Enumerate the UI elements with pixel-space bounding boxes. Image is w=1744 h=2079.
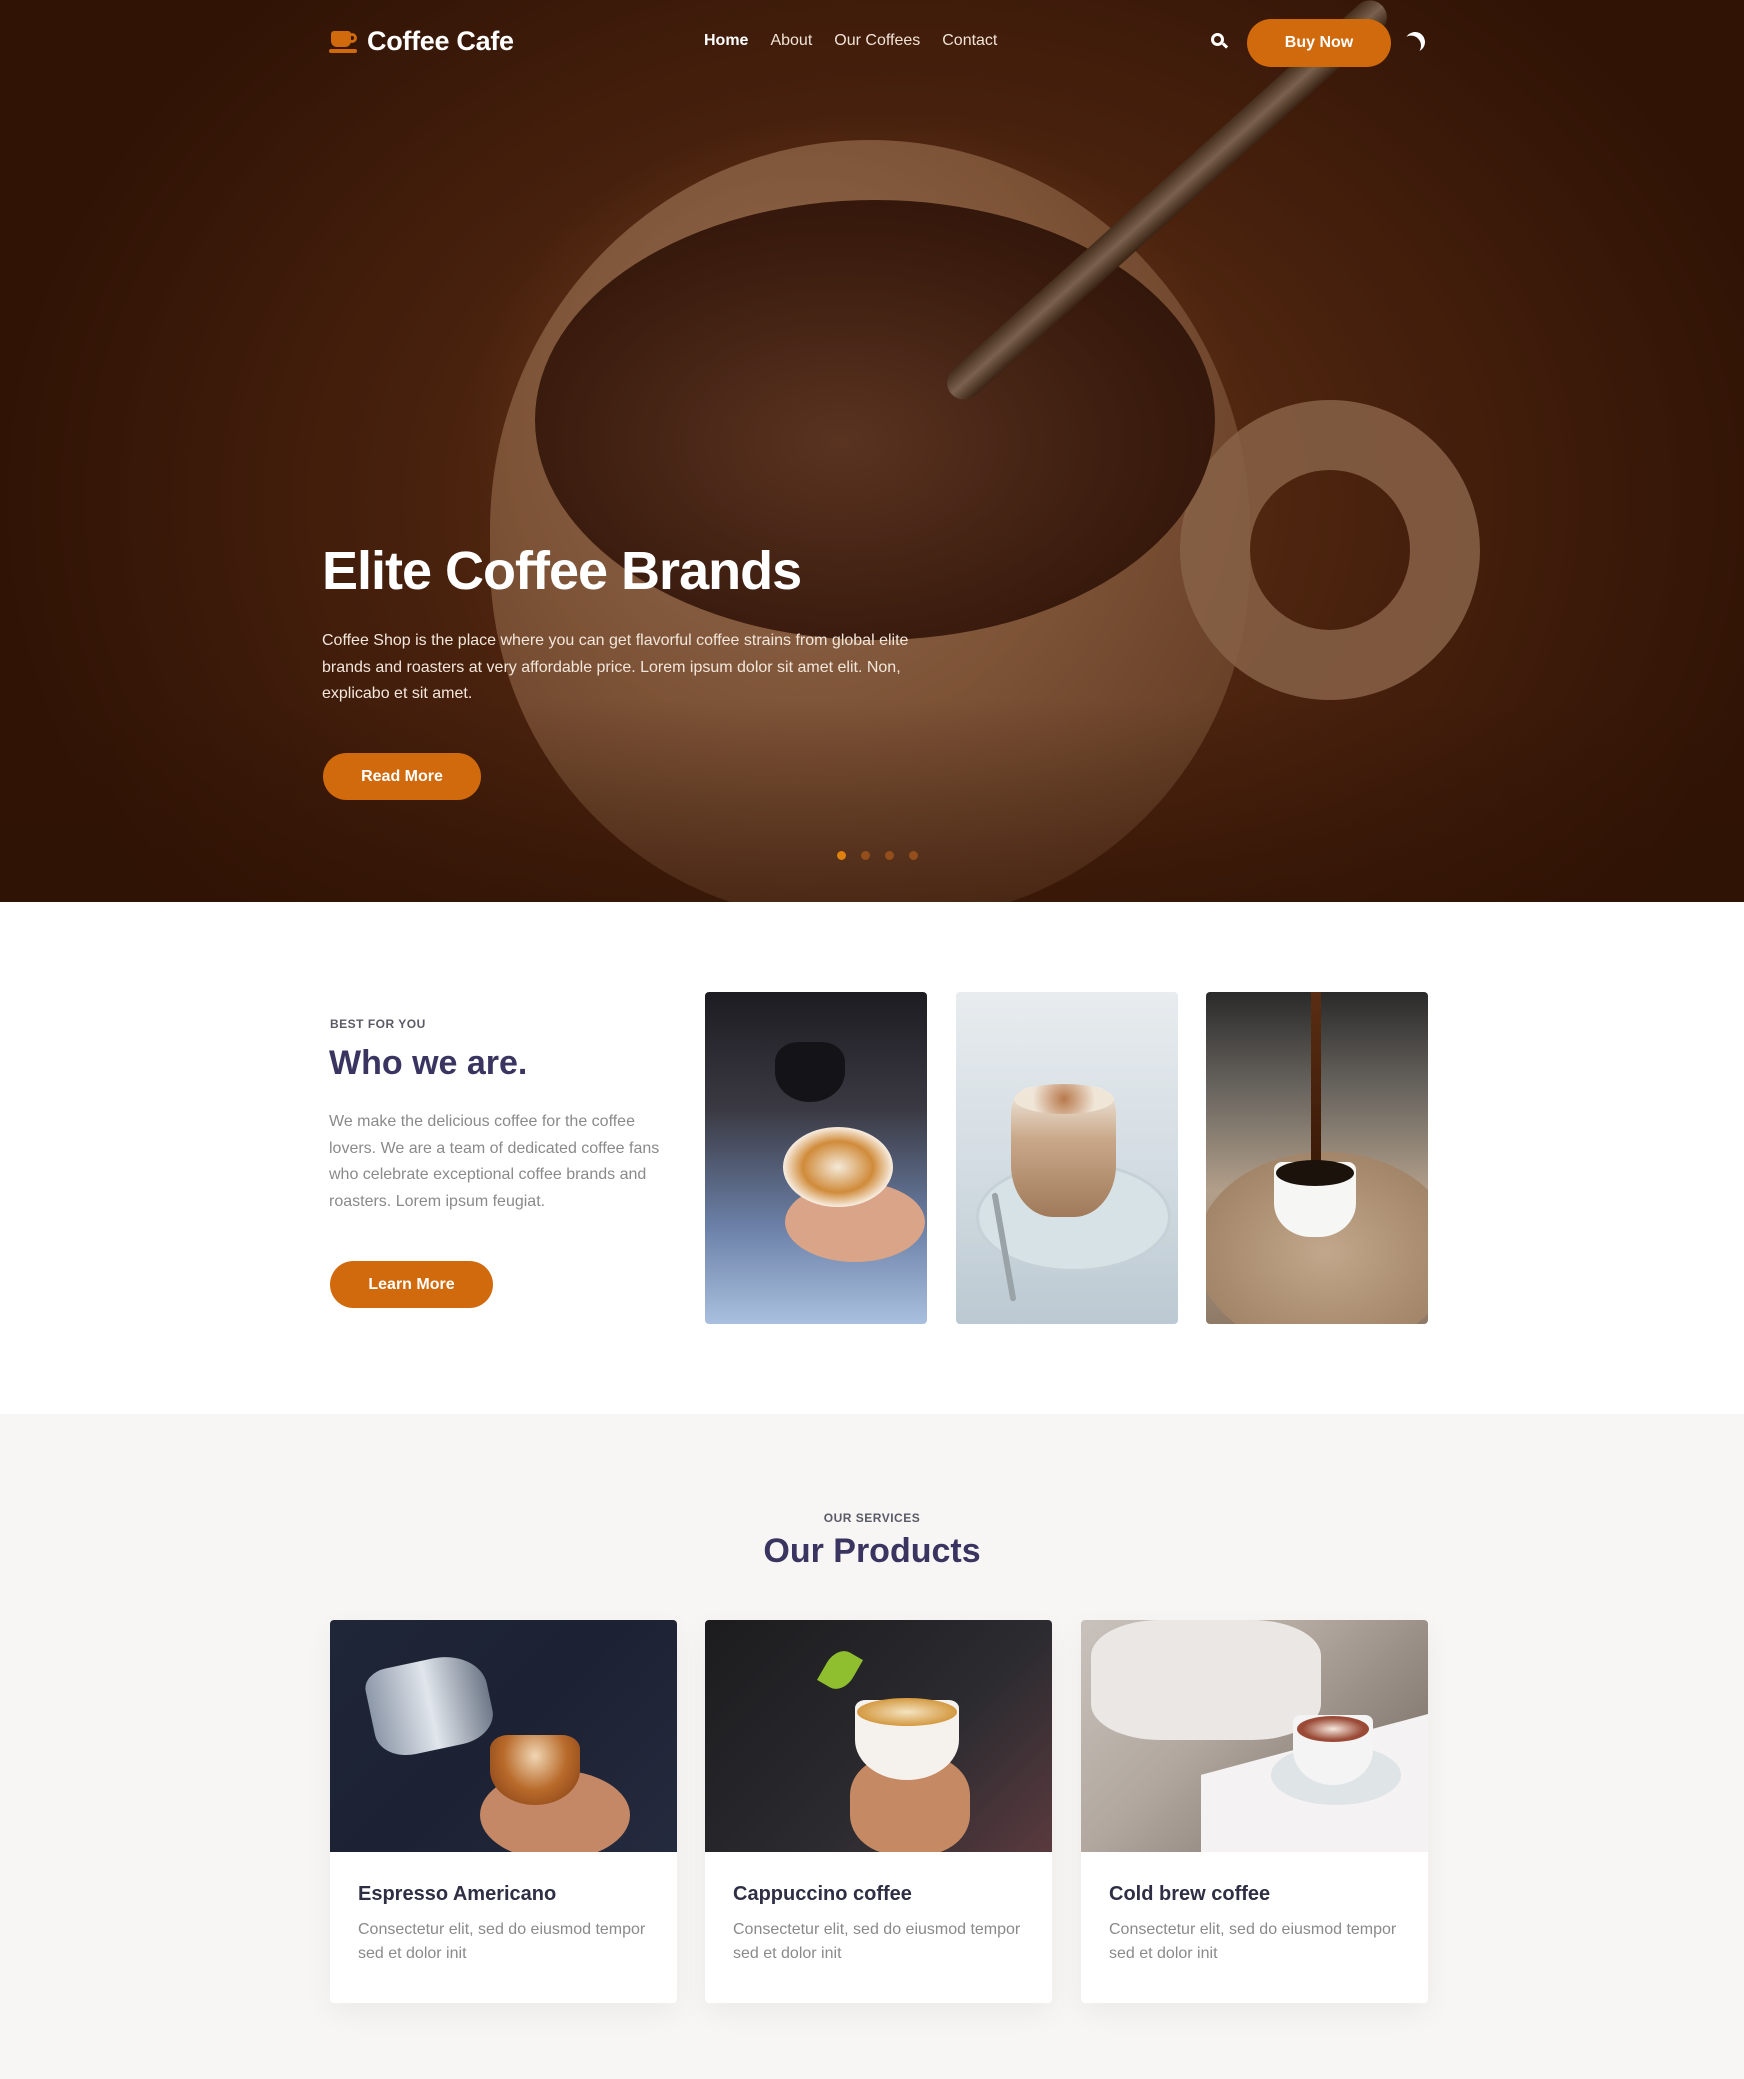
product-title[interactable]: Espresso Americano	[358, 1883, 556, 1906]
read-more-button[interactable]: Read More	[323, 753, 481, 800]
slider-dot-4[interactable]	[909, 851, 918, 860]
moon-icon[interactable]	[1402, 29, 1428, 55]
product-card-espresso[interactable]: Espresso Americano Consectetur elit, sed…	[330, 1620, 677, 2003]
product-description: Consectetur elit, sed do eiusmod tempor …	[358, 1921, 646, 1962]
cappuccino-glass-photo	[956, 992, 1178, 1324]
products-eyebrow: OUR SERVICES	[823, 1511, 921, 1525]
product-description: Consectetur elit, sed do eiusmod tempor …	[733, 1921, 1021, 1962]
main-nav: Coffee Cafe Home About Our Coffees Conta…	[0, 0, 1744, 86]
coffee-cup-icon	[329, 29, 359, 55]
nav-item-about[interactable]: About	[770, 32, 812, 50]
product-card-cappuccino[interactable]: Cappuccino coffee Consectetur elit, sed …	[705, 1620, 1052, 2003]
hero-description: Coffee Shop is the place where you can g…	[322, 632, 909, 702]
product-description: Consectetur elit, sed do eiusmod tempor …	[1109, 1921, 1397, 1962]
nav-item-contact[interactable]: Contact	[942, 32, 997, 50]
hero-title: Elite Coffee Brands	[322, 541, 802, 601]
learn-more-button[interactable]: Learn More	[330, 1261, 493, 1308]
logo[interactable]: Coffee Cafe	[329, 26, 514, 57]
about-description: We make the delicious coffee for the cof…	[329, 1113, 660, 1210]
products-section: OUR SERVICES Our Products Espresso Ameri…	[0, 1414, 1744, 2079]
product-image	[1081, 1620, 1428, 1852]
nav-menu: Home About Our Coffees Contact	[704, 32, 997, 50]
latte-art-pour-photo	[705, 992, 927, 1324]
product-title[interactable]: Cold brew coffee	[1109, 1883, 1270, 1906]
about-eyebrow: BEST FOR YOU	[330, 1017, 426, 1031]
product-image	[330, 1620, 677, 1852]
products-title: Our Products	[763, 1532, 981, 1570]
coffee-pour-cup-photo	[1206, 992, 1428, 1324]
product-card-cold-brew[interactable]: Cold brew coffee Consectetur elit, sed d…	[1081, 1620, 1428, 2003]
logo-text: Coffee Cafe	[367, 26, 514, 56]
search-icon[interactable]	[1211, 33, 1229, 51]
slider-dots	[837, 851, 918, 860]
nav-item-our-coffees[interactable]: Our Coffees	[834, 32, 920, 50]
hero-overlay	[0, 0, 1744, 902]
product-image	[705, 1620, 1052, 1852]
product-title[interactable]: Cappuccino coffee	[733, 1883, 912, 1906]
buy-now-button[interactable]: Buy Now	[1247, 19, 1391, 67]
slider-dot-2[interactable]	[861, 851, 870, 860]
hero-section: Coffee Cafe Home About Our Coffees Conta…	[0, 0, 1744, 902]
slider-dot-3[interactable]	[885, 851, 894, 860]
slider-dot-1[interactable]	[837, 851, 846, 860]
about-title: Who we are.	[329, 1044, 528, 1082]
nav-item-home[interactable]: Home	[704, 32, 748, 50]
about-section: BEST FOR YOU Who we are. We make the del…	[0, 902, 1744, 1414]
